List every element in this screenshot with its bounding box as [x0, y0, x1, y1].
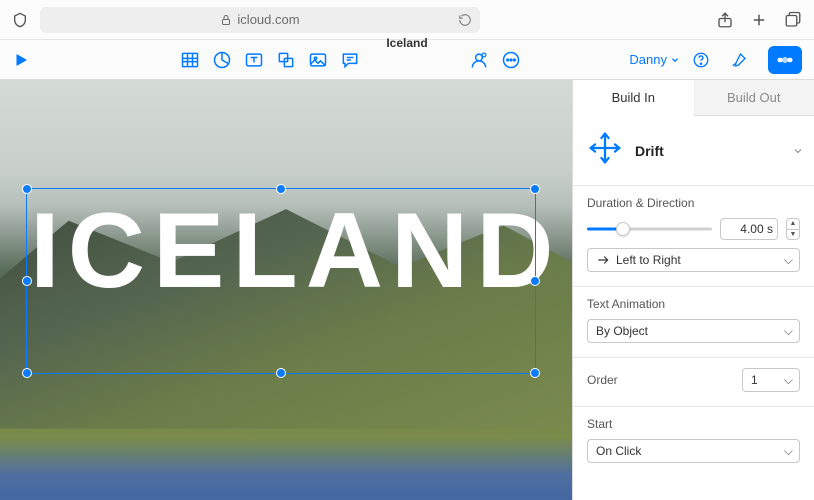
text-animation-select[interactable]: By Object ⌵ [587, 319, 800, 343]
tab-build-in[interactable]: Build In [573, 80, 694, 116]
shape-icon[interactable] [276, 50, 296, 70]
arrow-right-icon [596, 253, 610, 267]
chevron-down-icon [670, 55, 680, 65]
resize-handle[interactable] [276, 184, 286, 194]
chart-icon[interactable] [212, 50, 232, 70]
more-icon[interactable] [501, 50, 521, 70]
new-tab-icon[interactable] [750, 11, 768, 29]
resize-handle[interactable] [530, 184, 540, 194]
direction-value: Left to Right [616, 253, 681, 267]
resize-handle[interactable] [530, 368, 540, 378]
start-label: Start [587, 417, 800, 431]
effect-name: Drift [635, 143, 664, 159]
inspector-panel: Build In Build Out Drift Duration & Dire… [572, 80, 814, 500]
tab-build-out[interactable]: Build Out [694, 80, 814, 115]
direction-select[interactable]: Left to Right ⌵ [587, 248, 800, 272]
animate-button[interactable] [768, 46, 802, 74]
chevron-updown-icon: ⌵ [784, 253, 793, 268]
help-icon[interactable] [692, 51, 710, 69]
chevron-updown-icon: ⌵ [784, 444, 793, 459]
duration-stepper[interactable]: ▲▼ [786, 218, 800, 240]
brush-icon [730, 51, 748, 69]
order-select[interactable]: 1 ⌵ [742, 368, 800, 392]
text-animation-value: By Object [596, 324, 648, 338]
resize-handle[interactable] [22, 276, 32, 286]
collaborate-icon[interactable] [469, 50, 489, 70]
tabs-icon[interactable] [784, 11, 802, 29]
comment-icon[interactable] [340, 50, 360, 70]
chevron-updown-icon: ⌵ [784, 324, 793, 339]
url-text: icloud.com [237, 12, 299, 27]
address-bar[interactable]: icloud.com [40, 7, 480, 33]
duration-label: Duration & Direction [587, 196, 800, 210]
start-select[interactable]: On Click ⌵ [587, 439, 800, 463]
text-animation-label: Text Animation [587, 297, 800, 311]
text-icon[interactable] [244, 50, 264, 70]
slide-canvas[interactable]: ICELAND [0, 80, 572, 500]
resize-handle[interactable] [276, 368, 286, 378]
resize-handle[interactable] [22, 184, 32, 194]
duration-value[interactable]: 4.00 s [720, 218, 778, 240]
effect-selector[interactable]: Drift [573, 116, 814, 186]
order-value: 1 [751, 373, 758, 387]
image-icon[interactable] [308, 50, 328, 70]
reload-icon[interactable] [458, 13, 472, 27]
lock-icon [220, 14, 232, 26]
user-name: Danny [629, 52, 667, 67]
table-icon[interactable] [180, 50, 200, 70]
play-button[interactable] [12, 51, 30, 69]
share-icon[interactable] [716, 11, 734, 29]
order-label: Order [587, 373, 618, 387]
resize-handle[interactable] [530, 276, 540, 286]
chevron-updown-icon: ⌵ [784, 373, 793, 388]
resize-handle[interactable] [22, 368, 32, 378]
shield-icon[interactable] [12, 12, 28, 28]
chevron-down-icon [792, 145, 804, 157]
start-value: On Click [596, 444, 641, 458]
document-title: Iceland [386, 36, 427, 50]
animate-icon [776, 51, 794, 69]
user-menu[interactable]: Danny [629, 52, 680, 67]
drift-icon [587, 130, 623, 166]
format-button[interactable] [722, 46, 756, 74]
selection-box [26, 188, 536, 374]
duration-slider[interactable] [587, 222, 712, 236]
